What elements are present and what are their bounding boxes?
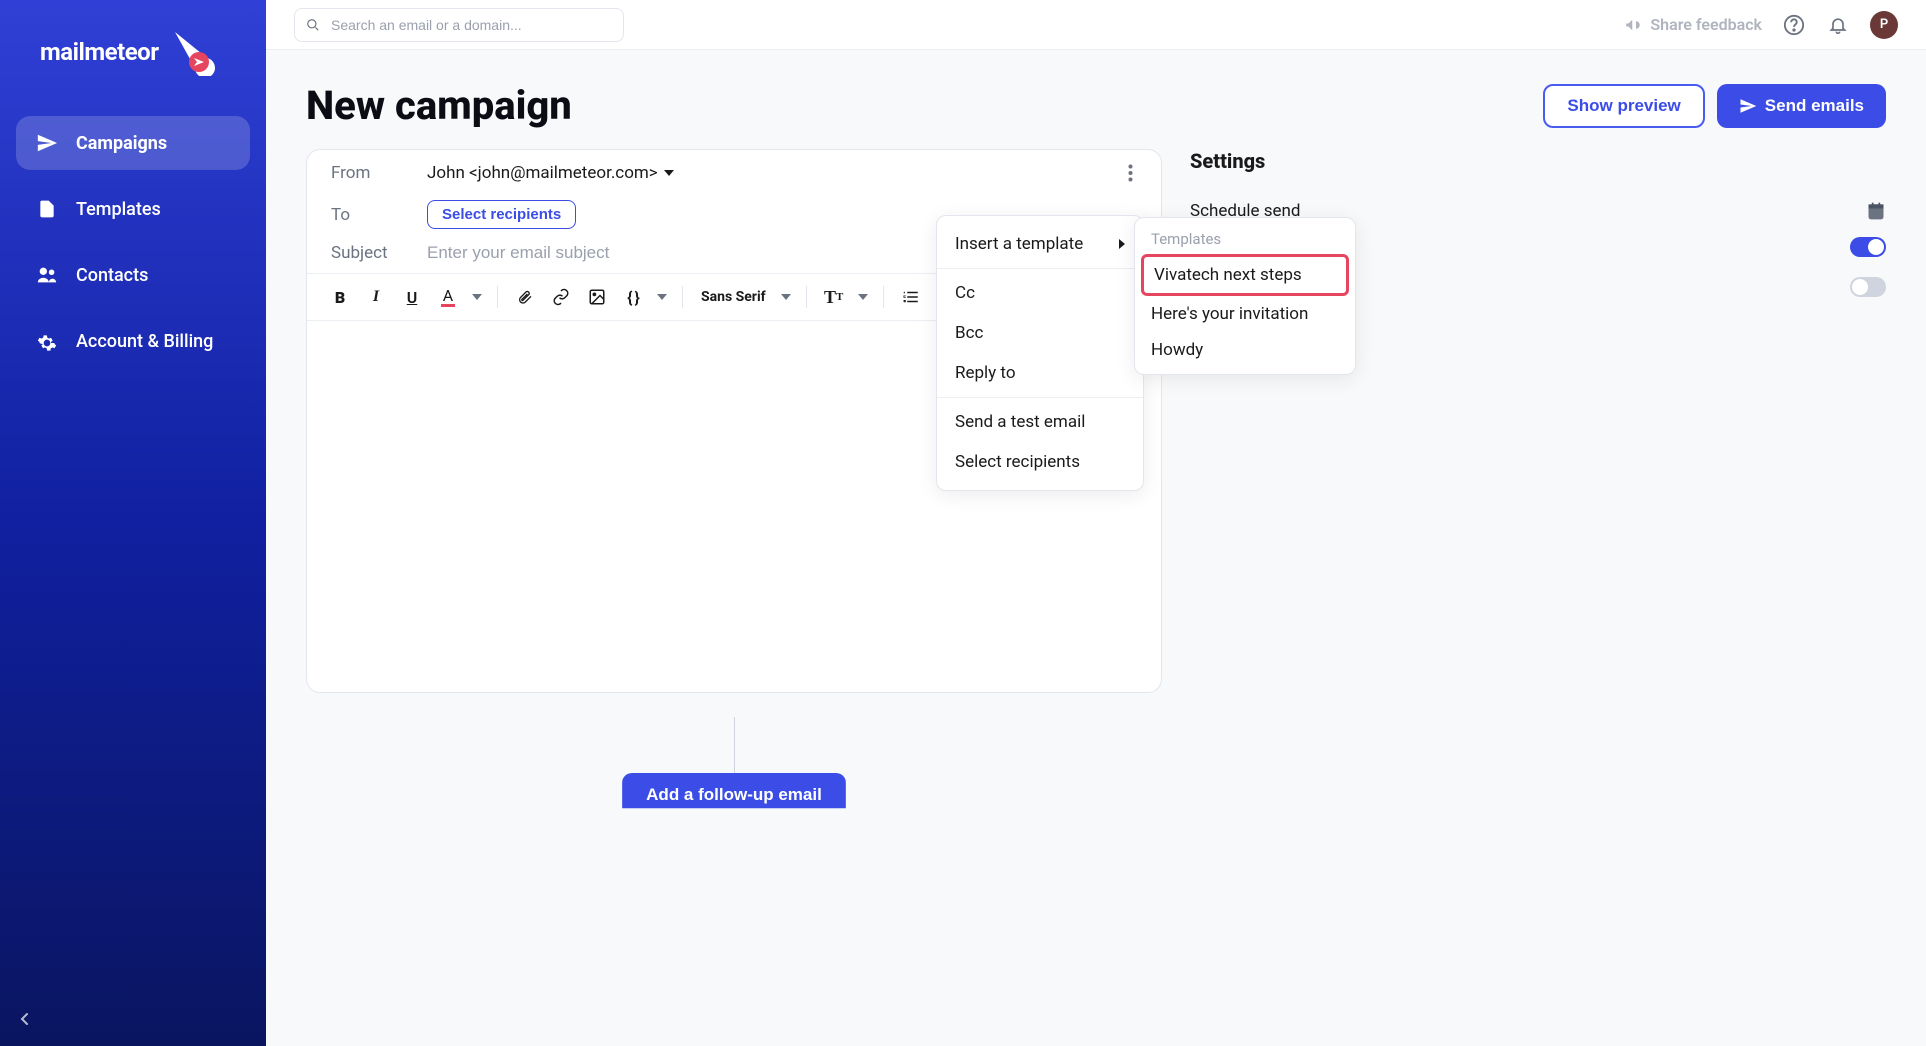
templates-header: Templates xyxy=(1141,224,1349,254)
nav-list: Campaigns Templates Contacts Account & B… xyxy=(0,116,266,382)
bold-button[interactable]: B xyxy=(325,282,355,312)
nav-label: Account & Billing xyxy=(76,330,213,353)
from-selector[interactable]: John <john@mailmeteor.com> xyxy=(427,163,674,183)
menu-insert-template[interactable]: Insert a template xyxy=(937,224,1143,264)
topbar-right: Share feedback P xyxy=(1624,11,1898,39)
select-recipients-button[interactable]: Select recipients xyxy=(427,200,576,229)
underline-button[interactable]: U xyxy=(397,282,427,312)
chevron-right-icon xyxy=(1119,239,1125,249)
gear-icon xyxy=(36,332,58,354)
separator xyxy=(806,286,807,308)
bell-icon[interactable] xyxy=(1826,13,1850,37)
search-icon xyxy=(306,18,320,32)
template-item[interactable]: Here's your invitation xyxy=(1141,296,1349,332)
compose-more-menu: Insert a template Cc Bcc Reply to Send a… xyxy=(936,215,1144,491)
page-header: New campaign Show preview Send emails xyxy=(266,50,1926,149)
separator xyxy=(937,268,1143,269)
send-icon xyxy=(1739,97,1757,115)
nav-campaigns[interactable]: Campaigns xyxy=(16,116,250,170)
connector-line xyxy=(734,717,735,773)
from-label: From xyxy=(331,163,411,183)
to-label: To xyxy=(331,205,411,225)
template-item[interactable]: Howdy xyxy=(1141,332,1349,368)
subject-label: Subject xyxy=(331,243,411,263)
nav-contacts[interactable]: Contacts xyxy=(16,248,250,302)
share-feedback-button[interactable]: Share feedback xyxy=(1624,15,1762,34)
tracking-toggle-on[interactable] xyxy=(1850,237,1886,257)
menu-select-recipients[interactable]: Select recipients xyxy=(937,442,1143,482)
search-input[interactable] xyxy=(294,8,624,42)
compose-more-button[interactable] xyxy=(1124,160,1137,186)
separator xyxy=(682,286,683,308)
send-icon xyxy=(36,132,58,154)
template-item[interactable]: Vivatech next steps xyxy=(1141,254,1349,296)
link-button[interactable] xyxy=(546,282,576,312)
nav-label: Campaigns xyxy=(76,133,167,154)
editor-column: From John <john@mailmeteor.com> To Selec… xyxy=(306,149,1162,1026)
header-actions: Show preview Send emails xyxy=(1543,84,1886,128)
brand-logo[interactable]: mailmeteor xyxy=(0,0,266,116)
sidebar: mailmeteor Campaigns Templates Contacts … xyxy=(0,0,266,1046)
add-followup-button[interactable]: Add a follow-up email xyxy=(622,773,846,817)
file-icon xyxy=(36,198,58,220)
help-icon[interactable] xyxy=(1782,13,1806,37)
search-wrap xyxy=(294,8,624,42)
topbar: Share feedback P xyxy=(266,0,1926,50)
font-size-button[interactable]: TT xyxy=(819,282,849,312)
user-avatar[interactable]: P xyxy=(1870,11,1898,39)
nav-label: Templates xyxy=(76,199,161,220)
menu-send-test[interactable]: Send a test email xyxy=(937,402,1143,442)
collapse-sidebar-button[interactable] xyxy=(20,1012,246,1026)
tracking-toggle-off[interactable] xyxy=(1850,277,1886,297)
meteor-icon xyxy=(167,28,215,76)
settings-title: Settings xyxy=(1190,149,1886,173)
calendar-icon xyxy=(1866,201,1886,221)
people-icon xyxy=(36,264,58,286)
nav-label: Contacts xyxy=(76,265,148,286)
templates-submenu: Templates Vivatech next steps Here's you… xyxy=(1134,217,1356,375)
chevron-down-icon[interactable] xyxy=(778,282,794,312)
chevron-down-icon[interactable] xyxy=(654,282,670,312)
separator xyxy=(497,286,498,308)
nav-account-billing[interactable]: Account & Billing xyxy=(16,314,250,370)
chevron-down-icon[interactable] xyxy=(855,282,871,312)
sidebar-footer xyxy=(0,992,266,1046)
menu-reply-to[interactable]: Reply to xyxy=(937,353,1143,393)
show-preview-button[interactable]: Show preview xyxy=(1543,84,1704,128)
font-family-selector[interactable]: Sans Serif xyxy=(695,289,772,305)
ordered-list-button[interactable] xyxy=(896,282,926,312)
menu-bcc[interactable]: Bcc xyxy=(937,313,1143,353)
menu-cc[interactable]: Cc xyxy=(937,273,1143,313)
chevron-down-icon[interactable] xyxy=(469,282,485,312)
content: From John <john@mailmeteor.com> To Selec… xyxy=(266,149,1926,1046)
image-button[interactable] xyxy=(582,282,612,312)
separator xyxy=(937,397,1143,398)
feedback-label: Share feedback xyxy=(1650,15,1762,34)
italic-button[interactable]: I xyxy=(361,282,391,312)
page-title: New campaign xyxy=(306,82,572,129)
from-row: From John <john@mailmeteor.com> xyxy=(307,150,1161,196)
nav-templates[interactable]: Templates xyxy=(16,182,250,236)
followup-area: Add a follow-up email xyxy=(306,717,1162,817)
text-color-button[interactable]: A xyxy=(433,282,463,312)
brand-name: mailmeteor xyxy=(40,38,159,66)
attachment-button[interactable] xyxy=(510,282,540,312)
send-emails-button[interactable]: Send emails xyxy=(1717,84,1886,128)
chevron-down-icon xyxy=(664,170,674,176)
main-area: Share feedback P New campaign Show previ… xyxy=(266,0,1926,1046)
megaphone-icon xyxy=(1624,16,1642,34)
separator xyxy=(883,286,884,308)
variables-button[interactable]: { } xyxy=(618,282,648,312)
